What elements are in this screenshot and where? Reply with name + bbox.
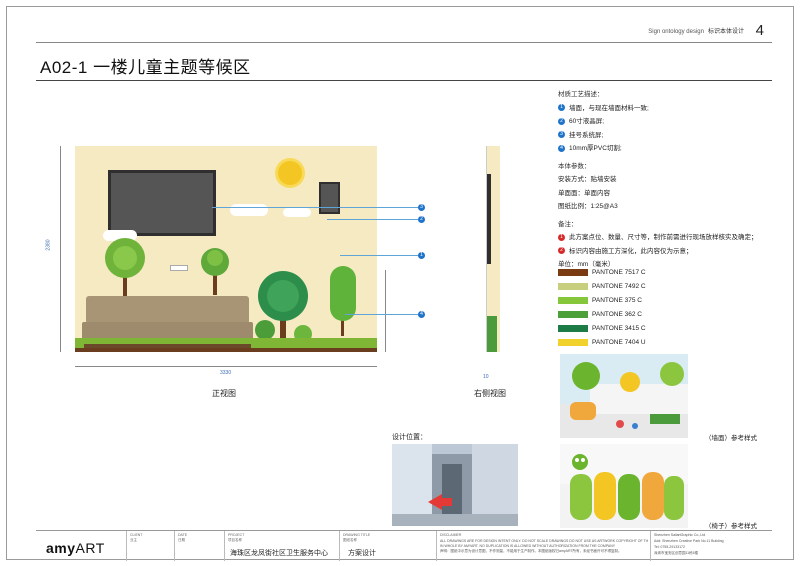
swatch-row: PANTONE 3415 C <box>558 321 646 335</box>
chair-reference-illustration <box>560 444 688 520</box>
notes-panel: 材质工艺描述： 1 墙面，与现在墙面材料一致; 2 60寸液晶屏; 3 挂号系统屏; … <box>558 88 788 272</box>
item-number: 3 <box>558 131 565 139</box>
wall-reference-image <box>560 354 688 438</box>
sofa <box>86 296 249 324</box>
callout-line <box>327 219 418 220</box>
wall-reference-illustration <box>560 362 688 438</box>
color-swatch <box>558 268 588 276</box>
side-elevation <box>486 146 500 352</box>
callout-line <box>212 207 418 208</box>
date-cell: DATE 日期 <box>174 531 224 561</box>
color-swatches: PANTONE 7517 C PANTONE 7492 C PANTONE 37… <box>558 265 646 349</box>
callout-line <box>340 255 418 256</box>
location-photo <box>392 444 518 526</box>
param-line: 图纸比例：1:25@A3 <box>558 203 618 210</box>
callout-marker: 1 <box>418 252 425 259</box>
project-name: 海珠区龙凤街社区卫生服务中心 <box>230 550 328 557</box>
chair-reference-caption: （椅子）参考样式 <box>705 523 757 530</box>
item-number: 2 <box>558 247 565 255</box>
material-item: 2 60寸液晶屏; <box>558 115 788 129</box>
material-item: 4 10mm厚PVC切割; <box>558 142 788 156</box>
chair-reference-image <box>560 444 688 528</box>
side-screen <box>487 174 491 264</box>
disclaimer-cell: DISCLAIMER ALL DRAWINGS ARE FOR DESIGN I… <box>436 531 650 561</box>
page-title: A02-1 一楼儿童主题等候区 <box>40 58 251 77</box>
param-line: 安装方式：贴墙安装 <box>558 176 617 183</box>
color-swatch <box>558 296 588 304</box>
material-item: 3 挂号系统屏; <box>558 129 788 143</box>
remark-item: 2 标识内容由施工方深化，此内容仅为示意； <box>558 245 788 259</box>
color-swatch <box>558 324 588 332</box>
swatch-row: PANTONE 362 C <box>558 307 646 321</box>
front-elevation <box>75 146 377 352</box>
top-tag-cn: 标识本体设计 <box>707 29 744 35</box>
callout-marker: 4 <box>418 311 425 318</box>
drawing-title: 方案设计 <box>348 550 376 557</box>
side-tree <box>487 316 497 352</box>
materials-head: 材质工艺描述： <box>558 91 604 98</box>
front-view-caption: 正视图 <box>212 389 236 398</box>
company-cell: Shenzhen SailartGraphic Co.,Ltd Add: She… <box>650 531 772 561</box>
callout-marker: 2 <box>418 216 425 223</box>
material-item: 1 墙面，与现在墙面材料一致; <box>558 102 788 116</box>
page-number: 4 <box>755 22 764 39</box>
location-illustration <box>392 444 518 526</box>
top-tag-en: Sign ontology design <box>648 29 704 35</box>
client-cell: CLIENT 业主 <box>126 531 174 561</box>
sofa-legs <box>84 344 251 348</box>
location-label: 设计位置： <box>392 434 427 441</box>
item-number: 2 <box>558 117 565 125</box>
side-view-caption: 右侧视图 <box>474 389 506 398</box>
color-swatch <box>558 338 588 346</box>
swatch-row: PANTONE 7517 C <box>558 265 646 279</box>
height-dim: 2380 <box>45 239 52 251</box>
item-number: 1 <box>558 233 565 241</box>
swatch-row: PANTONE 7404 U <box>558 335 646 349</box>
item-number: 1 <box>558 104 565 112</box>
width-dim-line <box>75 366 377 367</box>
callout-marker: 3 <box>418 204 425 211</box>
drawing-cell: DRAWING TITLE 图纸名称 方案设计 <box>339 531 436 561</box>
params-head: 本体参数： <box>558 162 591 170</box>
param-line: 单面面：单面内容 <box>558 189 610 197</box>
wall-reference-caption: （墙面）参考样式 <box>705 435 757 442</box>
height-dim-line <box>60 146 61 352</box>
swatch-row: PANTONE 7492 C <box>558 279 646 293</box>
project-cell: PROJECT 项目名称 海珠区龙凤街社区卫生服务中心 <box>224 531 339 561</box>
remarks-head: 备注： <box>558 220 578 228</box>
callout-line <box>345 314 418 315</box>
tree-dim-line <box>385 270 386 352</box>
swatch-row: PANTONE 375 C <box>558 293 646 307</box>
title-rule <box>36 80 772 81</box>
title-block: amyART CLIENT 业主 DATE 日期 PROJECT 项目名称 海珠… <box>36 530 772 561</box>
top-tag: Sign ontology design 标识本体设计 <box>648 26 744 35</box>
ground-strip <box>75 348 377 352</box>
remark-item: 1 此方案点位、数量、尺寸等，制作前需进行现场放样核实及确定； <box>558 231 788 245</box>
top-rule <box>36 42 772 43</box>
width-dim: 3330 <box>220 370 232 376</box>
depth-dim: 10 <box>483 374 489 380</box>
color-swatch <box>558 310 588 318</box>
color-swatch <box>558 282 588 290</box>
company-logo: amyART <box>46 540 105 556</box>
item-number: 4 <box>558 144 565 152</box>
